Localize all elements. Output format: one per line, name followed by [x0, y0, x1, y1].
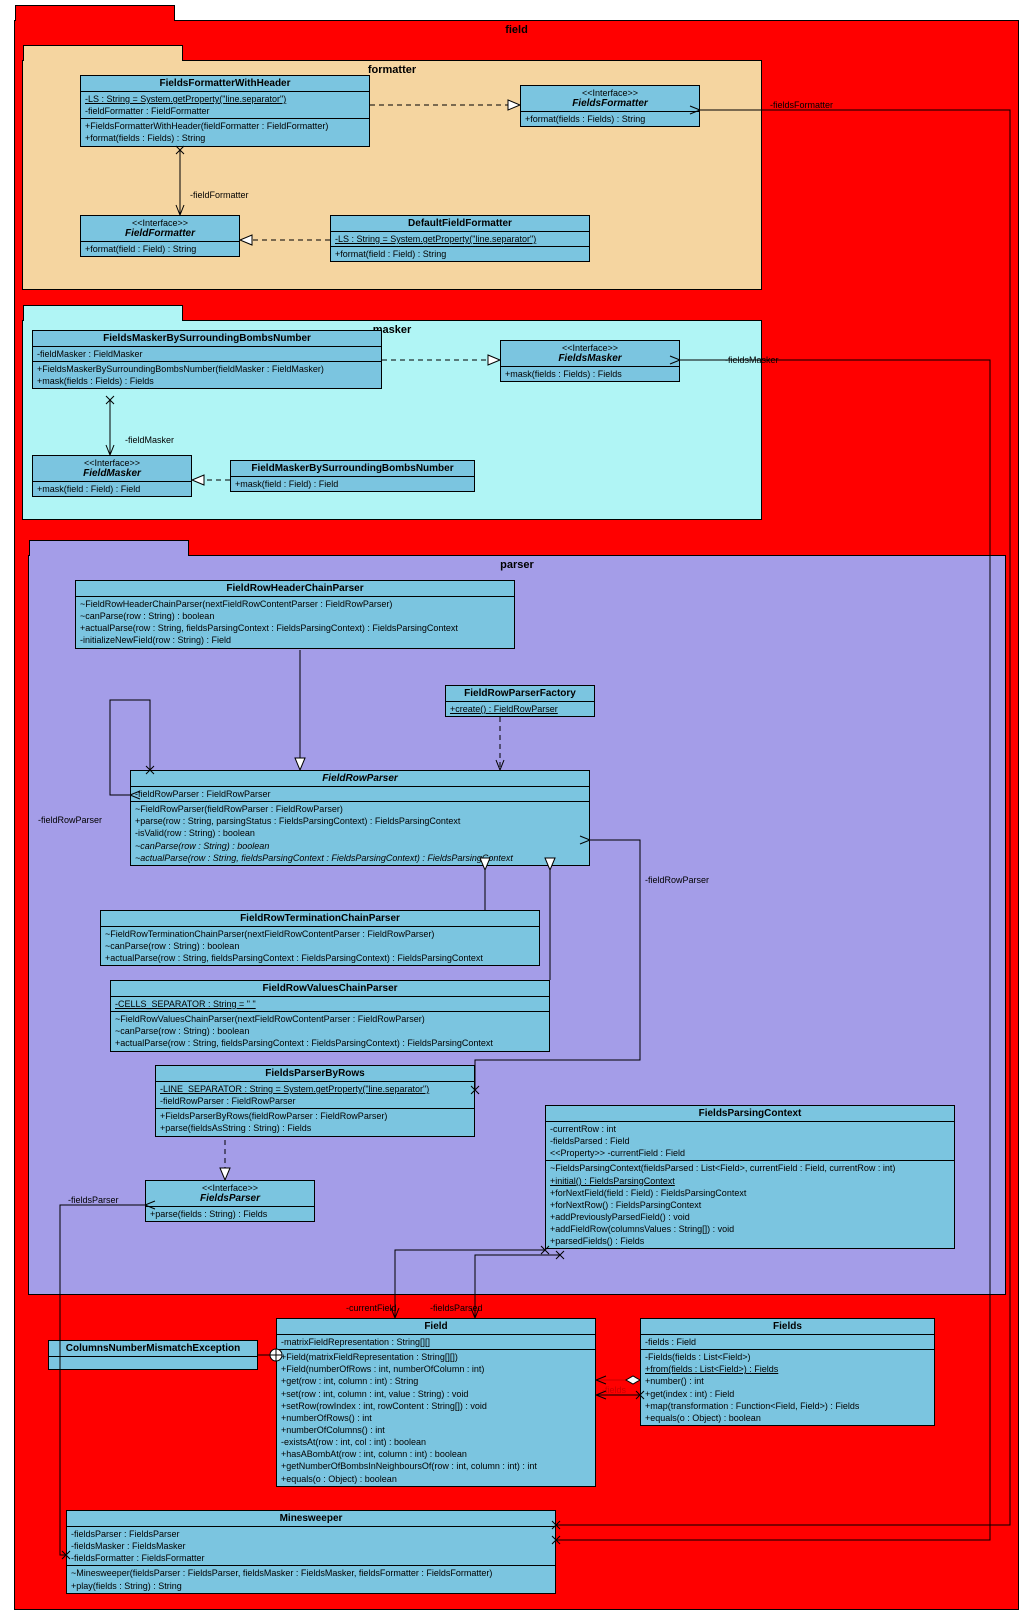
rel-fieldRowParser1: -fieldRowParser	[38, 815, 102, 825]
class-title: FieldsFormatterWithHeader	[159, 78, 290, 89]
class-FieldMasker: <<Interface>>FieldMasker +mask(field : F…	[32, 455, 192, 497]
package-field-label: field	[505, 24, 528, 36]
rel-fieldsMasker: -fieldsMasker	[725, 355, 779, 365]
class-FieldsFormatter: <<Interface>>FieldsFormatter +format(fie…	[520, 85, 700, 127]
class-FieldRowParser: FieldRowParser -fieldRowParser : FieldRo…	[130, 770, 590, 866]
rel-fields: -fields	[602, 1385, 626, 1395]
class-FieldsMasker: <<Interface>>FieldsMasker +mask(fields :…	[500, 340, 680, 382]
rel-currentField: -currentField	[346, 1303, 397, 1313]
class-Fields: Fields -fields : Field -Fields(fields : …	[640, 1318, 935, 1426]
class-FieldRowTerminationChainParser: FieldRowTerminationChainParser ~FieldRow…	[100, 910, 540, 966]
class-FieldsFormatterWithHeader: FieldsFormatterWithHeader -LS : String =…	[80, 75, 370, 147]
class-FieldFormatter: <<Interface>>FieldFormatter +format(fiel…	[80, 215, 240, 257]
class-FieldRowValuesChainParser: FieldRowValuesChainParser -CELLS_SEPARAT…	[110, 980, 550, 1052]
rel-fieldsParser: -fieldsParser	[68, 1195, 119, 1205]
rel-fieldRowParser2: -fieldRowParser	[645, 875, 709, 885]
rel-fieldsFormatter: -fieldsFormatter	[770, 100, 833, 110]
rel-fieldMasker: -fieldMasker	[125, 435, 174, 445]
rel-fieldsParsed: -fieldsParsed	[430, 1303, 483, 1313]
class-ColumnsNumberMismatchException: ColumnsNumberMismatchException	[48, 1340, 258, 1370]
class-FieldsParser: <<Interface>>FieldsParser +parse(fields …	[145, 1180, 315, 1222]
class-FieldRowHeaderChainParser: FieldRowHeaderChainParser ~FieldRowHeade…	[75, 580, 515, 649]
class-Field: Field -matrixFieldRepresentation : Strin…	[276, 1318, 596, 1487]
class-FieldsParserByRows: FieldsParserByRows -LINE_SEPARATOR : Str…	[155, 1065, 475, 1137]
class-FieldMaskerBySurroundingBombsNumber: FieldMaskerBySurroundingBombsNumber +mas…	[230, 460, 475, 492]
class-FieldsMaskerBySurroundingBombsNumber: FieldsMaskerBySurroundingBombsNumber -fi…	[32, 330, 382, 389]
class-FieldRowParserFactory: FieldRowParserFactory +create() : FieldR…	[445, 685, 595, 717]
class-FieldsParsingContext: FieldsParsingContext -currentRow : int-f…	[545, 1105, 955, 1249]
class-DefaultFieldFormatter: DefaultFieldFormatter -LS : String = Sys…	[330, 215, 590, 262]
package-formatter-label: formatter	[368, 64, 416, 76]
class-Minesweeper: Minesweeper -fieldsParser : FieldsParser…	[66, 1510, 556, 1594]
package-parser-label: parser	[500, 559, 534, 571]
rel-fieldFormatter: -fieldFormatter	[190, 190, 249, 200]
